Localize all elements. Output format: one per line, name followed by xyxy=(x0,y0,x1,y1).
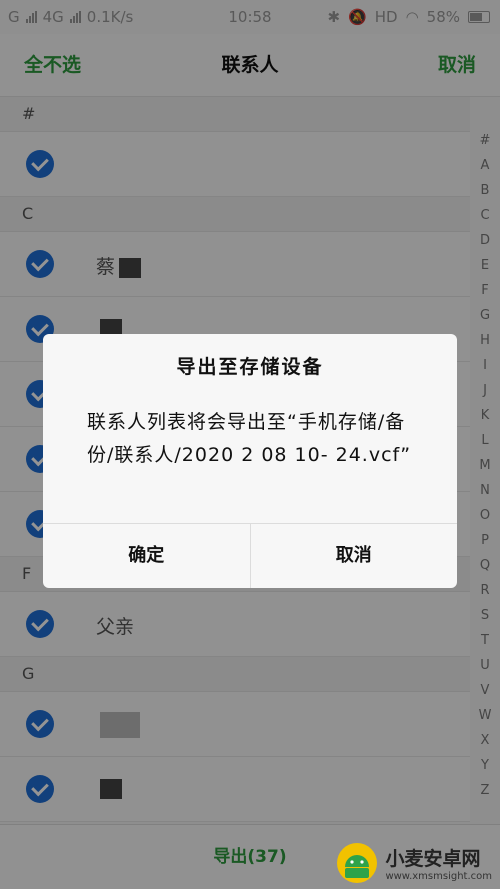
watermark: 小麦安卓网 www.xmsmsight.com xyxy=(335,841,492,885)
confirm-button[interactable]: 确定 xyxy=(43,524,250,588)
cancel-button[interactable]: 取消 xyxy=(249,524,458,588)
android-logo-icon xyxy=(335,841,379,885)
watermark-name: 小麦安卓网 xyxy=(385,848,481,870)
watermark-url: www.xmsmsight.com xyxy=(385,871,492,882)
export-dialog: 导出至存储设备 联系人列表将会导出至“手机存储/备份/联系人/2020 2 08… xyxy=(43,334,457,588)
watermark-text: 小麦安卓网 www.xmsmsight.com xyxy=(385,844,492,882)
dialog-title: 导出至存储设备 xyxy=(176,356,324,378)
dialog-buttons: 确定 取消 xyxy=(43,523,457,588)
dialog-message: 联系人列表将会导出至“手机存储/备份/联系人/2020 2 08 10- 24.… xyxy=(87,411,412,466)
